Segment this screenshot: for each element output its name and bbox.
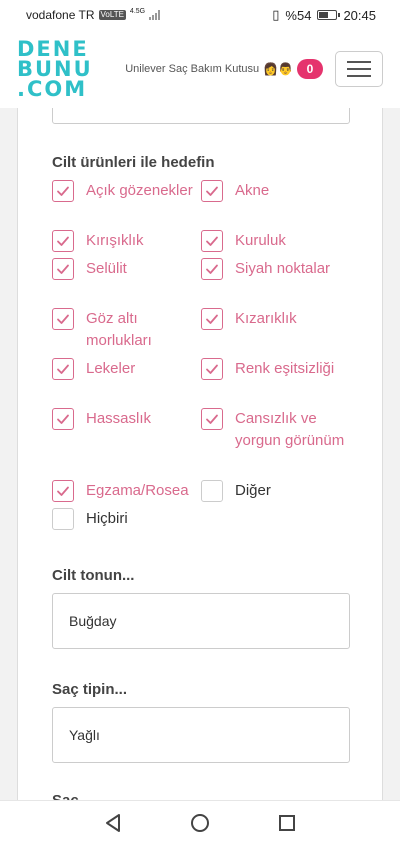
skin-goal-option[interactable]: Renk eşitsizliği [201, 358, 345, 380]
skin-goal-option[interactable]: Açık gözenekler [52, 180, 196, 202]
checkbox-checked[interactable] [52, 308, 74, 330]
skin-goal-label: Açık gözenekler [86, 182, 193, 199]
skin-goal-option[interactable]: Hassaslık [52, 408, 196, 430]
menu-bar [347, 68, 371, 70]
skin-goal-option[interactable]: Siyah noktalar [201, 258, 345, 280]
site-logo[interactable]: DENE BUNU .COM [17, 37, 93, 101]
skin-goals-label: Cilt ürünleri ile hedefin [52, 154, 215, 171]
carrier-name: vodafone TR [26, 8, 95, 22]
checkbox-unchecked[interactable] [52, 508, 74, 530]
status-bar: vodafone TR VoLTE 4.5G ▯ %54 20:45 [0, 0, 400, 30]
skin-goal-option[interactable]: Kızarıklık [201, 308, 345, 330]
hair-type-label: Saç tipin... [52, 681, 128, 698]
menu-bar [347, 61, 371, 63]
skin-goal-option[interactable]: Kırışıklık [52, 230, 196, 252]
skin-goal-option[interactable]: Cansızlık ve yorgun görünüm [201, 408, 345, 452]
battery-percent: %54 [285, 7, 312, 23]
promo-text: Unilever Saç Bakım Kutusu [125, 63, 260, 75]
family-emoji-icon: 👩👨 [263, 62, 293, 76]
skin-goal-label: Renk eşitsizliği [235, 360, 335, 377]
checkbox-checked[interactable] [52, 258, 74, 280]
promo-link[interactable]: Unilever Saç Bakım Kutusu 👩👨 0 [87, 59, 335, 79]
battery-icon [317, 10, 341, 20]
skin-goal-label: Diğer [235, 482, 271, 499]
hair-type-select[interactable]: Yağlı [52, 707, 350, 763]
skin-goal-option[interactable]: Göz altı morlukları [52, 308, 196, 352]
recents-icon[interactable] [275, 811, 299, 835]
site-header: DENE BUNU .COM Unilever Saç Bakım Kutusu… [0, 30, 400, 108]
volte-icon: VoLTE [98, 10, 126, 20]
status-left: vodafone TR VoLTE 4.5G [26, 7, 161, 22]
skin-goal-label: Göz altı morlukları [86, 310, 152, 349]
hair-type-value: Yağlı [69, 727, 100, 743]
vibrate-icon: ▯ [272, 7, 280, 22]
skin-tone-value: Buğday [69, 613, 117, 629]
checkbox-checked[interactable] [201, 358, 223, 380]
skin-goal-label: Kuruluk [235, 232, 286, 249]
android-nav-bar [0, 800, 400, 844]
checkbox-unchecked[interactable] [201, 480, 223, 502]
logo-line-2: BUNU [17, 57, 93, 81]
checkbox-checked[interactable] [201, 230, 223, 252]
previous-field-input[interactable] [52, 108, 350, 124]
logo-line-1: DENE [17, 37, 89, 61]
home-icon[interactable] [188, 811, 212, 835]
back-icon[interactable] [101, 811, 125, 835]
skin-goal-label: Siyah noktalar [235, 260, 331, 277]
survey-card: Cilt ürünleri ile hedefin Açık gözenekle… [17, 108, 383, 800]
network-type: 4.5G [129, 7, 146, 15]
cart-count-badge[interactable]: 0 [297, 59, 323, 79]
checkbox-checked[interactable] [52, 480, 74, 502]
battery-fill [319, 12, 328, 18]
checkbox-checked[interactable] [201, 180, 223, 202]
skin-goal-label: Kızarıklık [235, 310, 297, 327]
skin-goal-option[interactable]: Hiçbiri [52, 508, 196, 530]
skin-goal-label: Kırışıklık [86, 232, 144, 249]
checkbox-checked[interactable] [52, 180, 74, 202]
skin-goal-option[interactable]: Kuruluk [201, 230, 345, 252]
skin-goal-label: Hassaslık [86, 410, 152, 427]
checkbox-checked[interactable] [52, 230, 74, 252]
skin-goal-option[interactable]: Selülit [52, 258, 196, 280]
skin-goal-label: Hiçbiri [86, 510, 128, 527]
skin-goal-option[interactable]: Akne [201, 180, 345, 202]
skin-goal-label: Cansızlık ve yorgun görünüm [235, 410, 345, 449]
skin-goal-label: Egzama/Rosea [86, 482, 189, 499]
checkbox-checked[interactable] [201, 308, 223, 330]
skin-goal-option[interactable]: Lekeler [52, 358, 196, 380]
checkbox-checked[interactable] [201, 408, 223, 430]
signal-icon [149, 10, 161, 20]
logo-line-3: .COM [17, 77, 88, 101]
clock: 20:45 [343, 7, 376, 23]
next-section-label: Saç... [52, 792, 91, 800]
skin-goal-option[interactable]: Egzama/Rosea [52, 480, 196, 502]
skin-goal-option[interactable]: Diğer [201, 480, 345, 502]
skin-goal-label: Akne [235, 182, 270, 199]
checkbox-checked[interactable] [52, 408, 74, 430]
skin-tone-select[interactable]: Buğday [52, 593, 350, 649]
menu-bar [347, 75, 371, 77]
hamburger-menu-button[interactable] [335, 51, 383, 87]
checkbox-checked[interactable] [201, 258, 223, 280]
checkbox-checked[interactable] [52, 358, 74, 380]
skin-tone-label: Cilt tonun... [52, 567, 135, 584]
skin-goal-label: Lekeler [86, 360, 136, 377]
status-right: ▯ %54 20:45 [272, 7, 376, 23]
skin-goal-label: Selülit [86, 260, 127, 277]
